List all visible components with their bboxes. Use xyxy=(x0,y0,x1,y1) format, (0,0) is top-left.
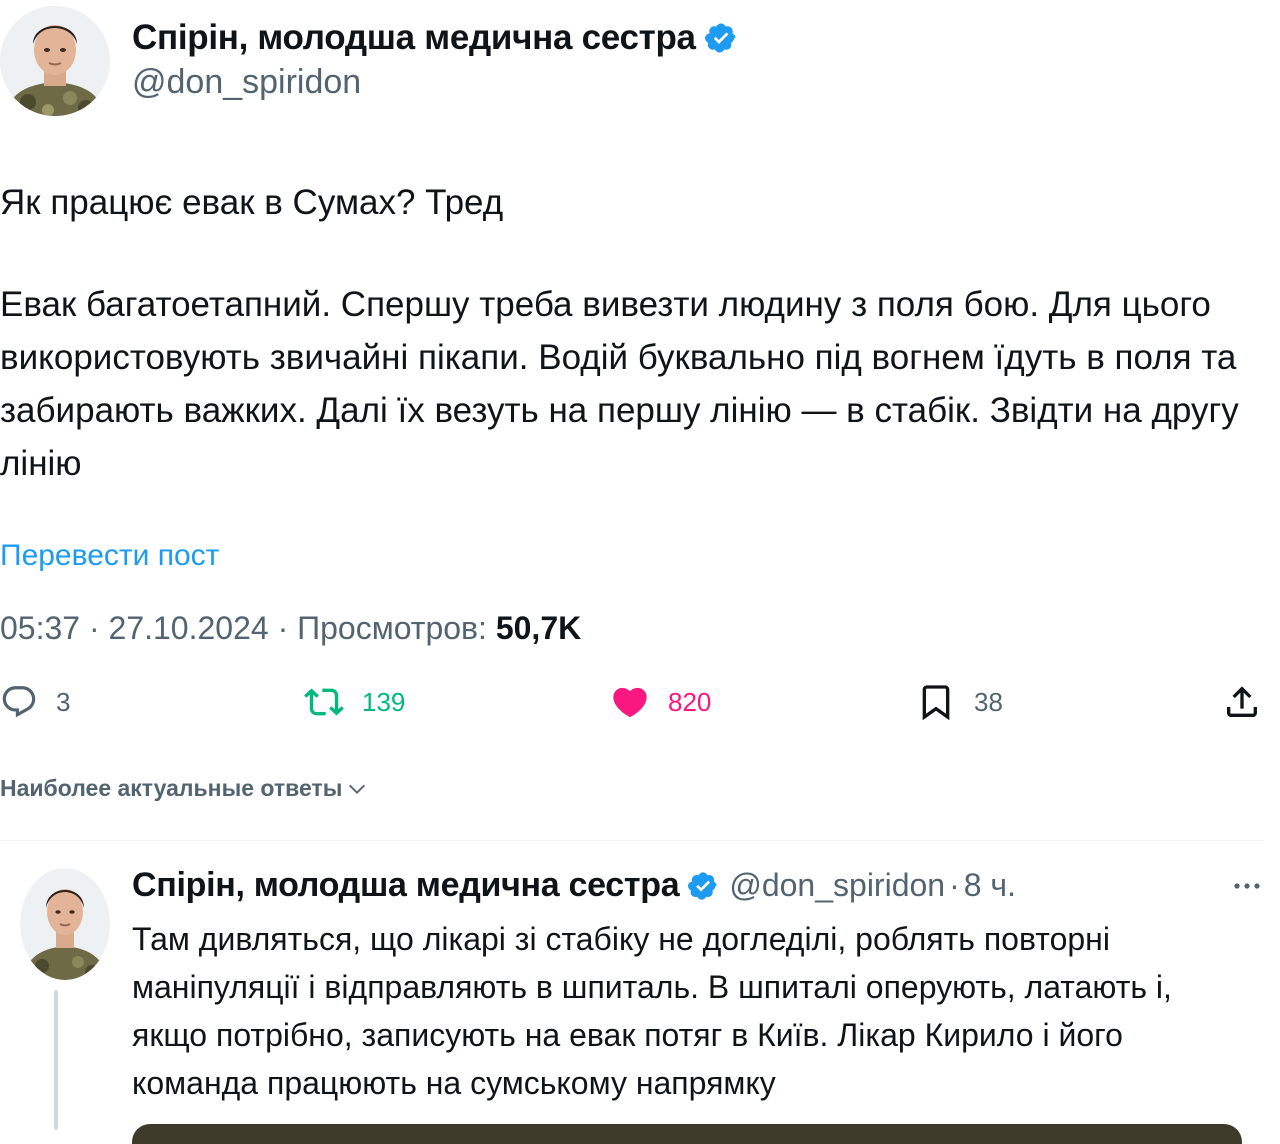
avatar-image xyxy=(0,6,110,116)
reply-separator: · xyxy=(949,867,960,903)
replies-sort-toggle[interactable]: Наиболее актуальные ответы xyxy=(0,775,368,802)
tweet-meta: 05:37 · 27.10.2024 · Просмотров: 50,7K xyxy=(0,610,581,647)
bookmark-button[interactable]: 38 xyxy=(916,680,1003,724)
reply-header: Спірін, молодша медична сестра @don_spir… xyxy=(132,866,1016,905)
section-divider xyxy=(0,840,1264,841)
share-icon xyxy=(1227,686,1257,717)
like-button[interactable]: 820 xyxy=(610,680,711,724)
reply-button[interactable]: 3 xyxy=(0,680,70,724)
tweet-paragraph-1: Як працює евак в Сумах? Тред xyxy=(0,183,504,222)
like-count: 820 xyxy=(668,686,712,717)
verified-badge-icon xyxy=(704,23,736,53)
views-label: Просмотров: xyxy=(297,610,487,646)
reply-author-avatar[interactable] xyxy=(20,868,110,980)
bookmark-icon xyxy=(922,685,950,721)
sort-label: Наиболее актуальные ответы xyxy=(0,775,343,801)
reply-count: 3 xyxy=(56,686,71,717)
author-name[interactable]: Спірін, молодша медична сестра xyxy=(132,18,696,58)
author-handle[interactable]: @don_spiridon xyxy=(132,63,361,102)
more-icon xyxy=(1234,883,1260,889)
views-count: 50,7K xyxy=(495,610,582,646)
repost-count: 139 xyxy=(362,686,406,717)
repost-button[interactable]: 139 xyxy=(304,680,405,724)
author-name-row: Спірін, молодша медична сестра xyxy=(132,18,738,58)
reply-avatar-image xyxy=(20,868,110,980)
tweet-time[interactable]: 05:37 xyxy=(0,610,80,646)
verified-badge-icon xyxy=(688,871,718,900)
translate-post-link[interactable]: Перевести пост xyxy=(0,539,219,573)
bookmark-count: 38 xyxy=(974,686,1003,717)
repost-icon xyxy=(304,688,344,716)
meta-separator: · xyxy=(88,610,100,646)
share-button[interactable] xyxy=(1222,680,1262,724)
more-options-button[interactable] xyxy=(1232,872,1262,903)
thread-connector-line xyxy=(54,990,58,1130)
reply-time[interactable]: 8 ч. xyxy=(964,867,1016,904)
meta-separator: · xyxy=(277,610,289,646)
author-avatar[interactable] xyxy=(0,6,110,116)
reply-author-name[interactable]: Спірін, молодша медична сестра xyxy=(132,866,680,905)
tweet-date[interactable]: 27.10.2024 xyxy=(109,610,269,646)
reply-text: Там дивляться, що лікарі зі стабіку не д… xyxy=(132,921,1172,1101)
reply-author-handle[interactable]: @don_spiridon xyxy=(729,867,945,904)
like-icon xyxy=(613,687,647,718)
tweet-paragraph-2: Евак багатоетапний. Спершу треба вивезти… xyxy=(0,285,1239,483)
chevron-down-icon xyxy=(349,784,366,794)
reply-icon xyxy=(2,686,36,718)
reply-media-preview[interactable] xyxy=(132,1124,1242,1144)
